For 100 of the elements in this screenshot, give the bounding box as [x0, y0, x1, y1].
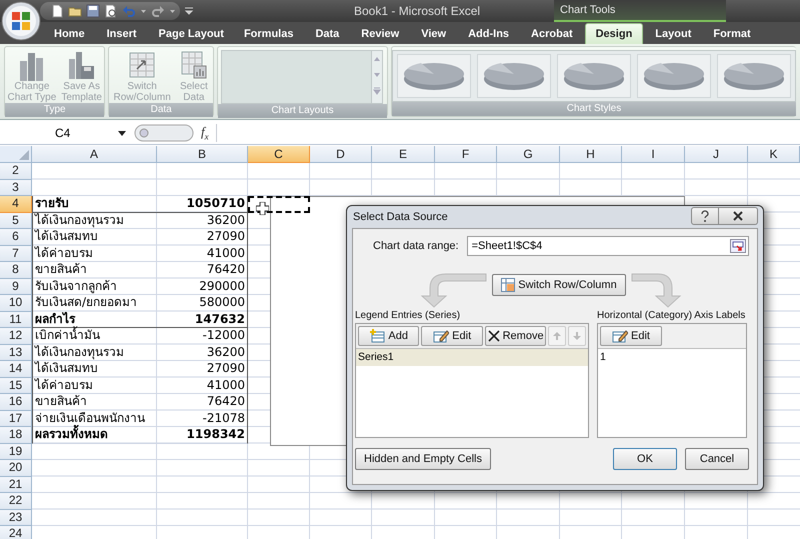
column-header[interactable]: D [310, 146, 372, 163]
dropdown-icon[interactable] [118, 129, 126, 137]
row-header[interactable]: 11 [0, 312, 32, 328]
insert-function-button[interactable]: f$_{x}$ [198, 124, 212, 142]
ok-button[interactable]: OK [613, 448, 677, 470]
table-cell: รับเงินจากลูกค้า [32, 278, 157, 295]
table-cell: ขายสินค้า [32, 262, 157, 278]
row-header[interactable]: 22 [0, 493, 32, 510]
row-header[interactable]: 23 [0, 510, 32, 526]
arrow-down-icon [572, 331, 582, 341]
pane-label: Legend Entries (Series) [355, 310, 462, 321]
table-cell: เบิกค่าน้ำมัน [32, 328, 157, 344]
switch-icon [501, 278, 516, 292]
column-header[interactable]: B [157, 146, 248, 163]
row-header[interactable]: 9 [0, 278, 32, 295]
ribbon-tab[interactable]: Format [703, 24, 761, 44]
ribbon-tab[interactable]: Acrobat [521, 24, 583, 44]
save-icon[interactable] [86, 4, 100, 18]
row-header[interactable]: 16 [0, 394, 32, 410]
row-header[interactable]: 7 [0, 246, 32, 262]
cancel-button[interactable]: Cancel [685, 448, 749, 470]
toolbar-button[interactable]: Remove [484, 326, 546, 346]
column-header[interactable]: E [372, 146, 435, 163]
new-file-icon[interactable] [50, 4, 64, 18]
ribbon-tab[interactable]: Add-Ins [458, 24, 520, 44]
resize-handle-icon[interactable] [134, 124, 194, 142]
row-header[interactable]: 8 [0, 262, 32, 278]
table-cell: ขายสินค้า [32, 394, 157, 410]
table-cell: -12000 [157, 328, 248, 344]
list-item[interactable]: 1 [598, 349, 746, 366]
help-button[interactable] [691, 207, 719, 225]
column-header[interactable]: J [685, 146, 748, 163]
column-header[interactable]: H [560, 146, 622, 163]
row-header[interactable]: 12 [0, 328, 32, 344]
table-cell: 580000 [157, 295, 248, 312]
row-header[interactable]: 5 [0, 212, 32, 229]
table-cell: 1050710 [157, 196, 248, 212]
context-label: Chart Tools [560, 4, 616, 16]
add-icon [369, 329, 386, 343]
save-template-icon [66, 49, 97, 81]
row-header[interactable]: 15 [0, 378, 32, 394]
column-header[interactable]: C [248, 146, 310, 163]
style-thumbnail[interactable] [557, 54, 631, 98]
style-thumbnail[interactable] [717, 54, 791, 98]
column-header[interactable]: F [435, 146, 497, 163]
print-preview-icon[interactable] [104, 4, 118, 18]
group-label: Chart Layouts [218, 104, 387, 118]
collapse-dialog-icon[interactable] [730, 239, 746, 253]
ribbon-tab[interactable]: Page Layout [148, 24, 234, 44]
ribbon-tab[interactable]: Home [44, 24, 95, 44]
ribbon-tab[interactable]: Review [351, 24, 410, 44]
toolbar-button[interactable]: Add [358, 326, 420, 346]
table-cell: 41000 [157, 246, 248, 262]
table-cell: 36200 [157, 344, 248, 361]
column-header[interactable]: A [32, 146, 157, 163]
row-header[interactable]: 13 [0, 344, 32, 361]
name-box[interactable]: C4 [0, 124, 130, 142]
row-header[interactable]: 2 [0, 163, 32, 180]
hidden-cells-button[interactable]: Hidden and Empty Cells [355, 448, 492, 470]
list-item[interactable]: Series1 [356, 349, 588, 366]
select-all-button[interactable] [0, 146, 32, 163]
row-header[interactable]: 24 [0, 526, 32, 539]
row-header[interactable]: 19 [0, 444, 32, 460]
column-header[interactable]: I [622, 146, 685, 163]
edit-icon [612, 329, 628, 343]
edit-icon [433, 329, 450, 343]
row-header[interactable]: 18 [0, 427, 32, 444]
row-header[interactable]: 4 [0, 196, 32, 212]
range-field[interactable]: =Sheet1!$C$4 [466, 236, 749, 256]
toolbar-button[interactable]: Edit [421, 326, 483, 346]
redo-icon[interactable] [151, 4, 165, 18]
ribbon-tab[interactable]: Formulas [234, 24, 304, 44]
select-data-icon [178, 49, 209, 81]
ribbon-tab[interactable]: Data [305, 24, 350, 44]
pane-label: Horizontal (Category) Axis Labels [597, 310, 746, 321]
row-header[interactable]: 14 [0, 361, 32, 378]
table-cell: 290000 [157, 278, 248, 295]
ribbon-tab[interactable]: Layout [645, 24, 702, 44]
row-header[interactable]: 3 [0, 180, 32, 196]
toolbar-button[interactable]: Edit [600, 326, 662, 346]
row-header[interactable]: 21 [0, 476, 32, 493]
group-label: Data [109, 103, 213, 117]
switch-row-column-button[interactable]: Switch Row/Column [492, 274, 626, 296]
style-thumbnail[interactable] [477, 54, 551, 98]
table-cell: 27090 [157, 361, 248, 378]
corner-triangle-icon [19, 150, 29, 160]
column-header[interactable]: K [748, 146, 800, 163]
row-header[interactable]: 10 [0, 295, 32, 312]
row-header[interactable]: 17 [0, 410, 32, 427]
row-header[interactable]: 20 [0, 460, 32, 476]
style-thumbnail[interactable] [397, 54, 471, 98]
column-header[interactable]: G [497, 146, 560, 163]
ribbon-tab[interactable]: Design [584, 23, 644, 44]
ribbon-tab[interactable]: Insert [96, 24, 147, 44]
row-header[interactable]: 6 [0, 229, 32, 246]
table-cell: ได้เงินกองทุนรวม [32, 344, 157, 361]
table-cell: 76420 [157, 262, 248, 278]
close-button[interactable] [719, 207, 758, 225]
style-thumbnail[interactable] [637, 54, 711, 98]
ribbon-tab[interactable]: View [411, 24, 456, 44]
